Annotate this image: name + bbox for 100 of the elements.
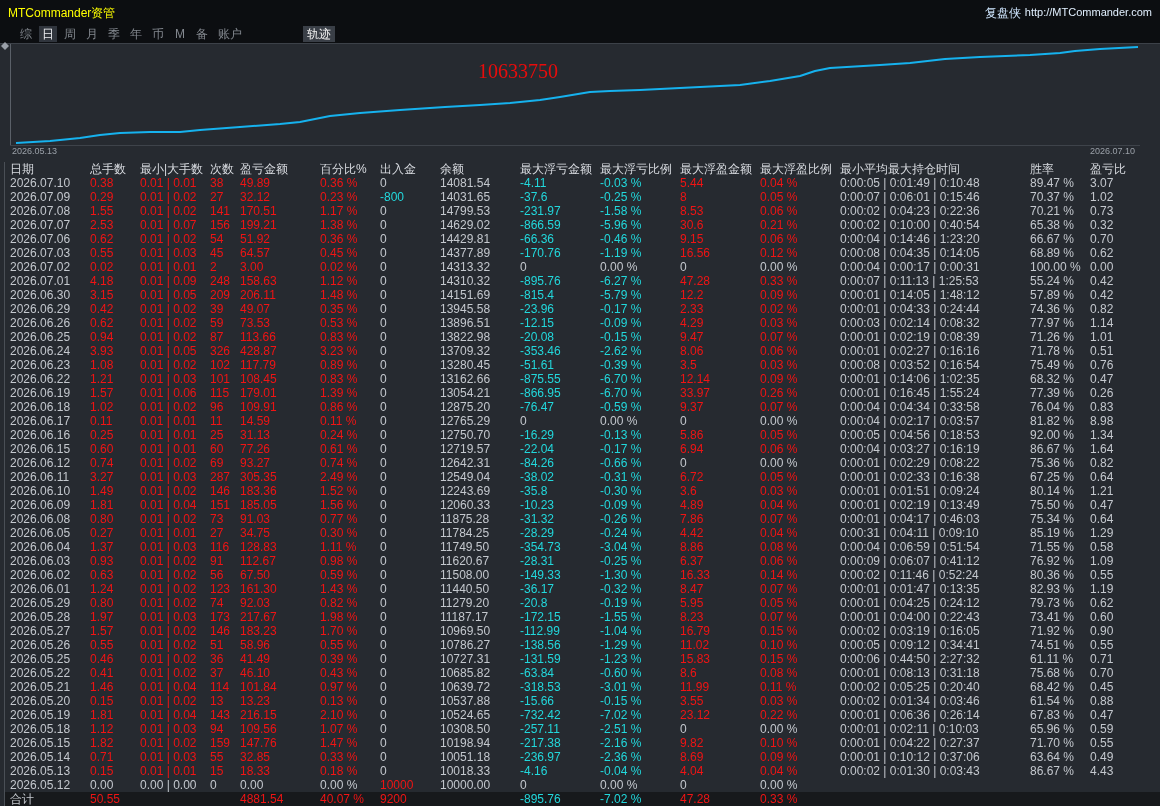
table-cell: 3.6 bbox=[680, 484, 697, 498]
table-cell: 2026.05.12 bbox=[10, 778, 71, 792]
table-cell: 0.13 % bbox=[320, 694, 358, 708]
table-cell: 113.66 bbox=[240, 330, 276, 344]
table-cell: -28.29 bbox=[520, 526, 555, 540]
table-cell: -0.46 % bbox=[600, 232, 642, 246]
table-cell: 39 bbox=[210, 302, 224, 316]
table-cell: 77.97 % bbox=[1030, 316, 1075, 330]
table-cell: 0.00 % bbox=[760, 722, 798, 736]
table-cell: -0.15 % bbox=[600, 694, 642, 708]
table-cell: 0.03 % bbox=[760, 484, 798, 498]
table-cell: 14629.02 bbox=[440, 218, 491, 232]
table-cell: 0.07 % bbox=[760, 330, 798, 344]
table-cell: 116 bbox=[210, 540, 230, 554]
table-cell: 0 bbox=[680, 456, 687, 470]
table-cell: 0.33 % bbox=[320, 750, 358, 764]
tab[interactable]: 账户 bbox=[215, 26, 245, 42]
table-cell: 8 bbox=[680, 190, 687, 204]
tab[interactable]: 季 bbox=[105, 26, 123, 42]
table-cell: 179.01 bbox=[240, 386, 277, 400]
table-cell: -2.62 % bbox=[600, 344, 642, 358]
table-cell: 173 bbox=[210, 610, 231, 624]
tab[interactable]: 日 bbox=[39, 26, 57, 42]
table-cell: 0.42 bbox=[90, 302, 114, 316]
table-cell: 10198.94 bbox=[440, 736, 491, 750]
table-cell: -28.31 bbox=[520, 554, 555, 568]
table-cell: 0.04 % bbox=[760, 526, 798, 540]
column-header: 最大浮盈金额 bbox=[680, 162, 752, 176]
table-cell: -1.19 % bbox=[600, 246, 642, 260]
table-cell: 0:00:01 | 0:14:06 | 1:02:35 bbox=[840, 372, 980, 386]
table-cell: 1.38 % bbox=[320, 218, 358, 232]
table-cell: 9.15 bbox=[680, 232, 704, 246]
table-cell: 30.6 bbox=[680, 218, 704, 232]
tab[interactable]: 周 bbox=[61, 26, 79, 42]
table-cell: 2026.06.19 bbox=[10, 386, 71, 400]
table-cell: 70.21 % bbox=[1030, 204, 1075, 218]
table-cell: 0:00:01 | 0:01:51 | 0:09:24 bbox=[840, 484, 980, 498]
table-cell: 0:00:01 | 0:04:33 | 0:24:44 bbox=[840, 302, 980, 316]
table-cell: 0.82 % bbox=[320, 596, 358, 610]
table-cell: 18.33 bbox=[240, 764, 271, 778]
website-link[interactable]: http://MTCommander.com bbox=[1024, 6, 1152, 19]
table-cell: 11.02 bbox=[680, 638, 710, 652]
table-cell: 2026.06.29 bbox=[10, 302, 71, 316]
tab[interactable]: 币 bbox=[149, 26, 167, 42]
table-cell: 108.45 bbox=[240, 372, 277, 386]
table-cell: 89.47 % bbox=[1030, 176, 1075, 190]
table-cell: 0:00:01 | 0:02:11 | 0:10:03 bbox=[840, 722, 979, 736]
table-cell: 0 bbox=[380, 512, 387, 526]
table-cell: -112.99 bbox=[520, 624, 560, 638]
track-toggle-button[interactable]: 轨迹 bbox=[303, 26, 335, 42]
table-cell: 10685.82 bbox=[440, 666, 491, 680]
table-cell: 0:00:04 | 0:06:59 | 0:51:54 bbox=[840, 540, 980, 554]
tab[interactable]: 综 bbox=[17, 26, 35, 42]
table-cell: 76.04 % bbox=[1030, 400, 1075, 414]
table-cell: 1.55 bbox=[90, 204, 114, 218]
table-cell: 0:00:02 | 0:01:30 | 0:03:43 bbox=[840, 764, 980, 778]
table-cell: 1.46 bbox=[90, 680, 114, 694]
table-cell: 8.06 bbox=[680, 344, 704, 358]
table-cell: 0.01 | 0.03 bbox=[140, 540, 197, 554]
table-cell: 13280.45 bbox=[440, 358, 491, 372]
table-cell: 12875.20 bbox=[440, 400, 491, 414]
tab[interactable]: 月 bbox=[83, 26, 101, 42]
table-cell: 12642.31 bbox=[440, 456, 491, 470]
table-cell: -6.70 % bbox=[600, 372, 642, 386]
tab[interactable]: M bbox=[171, 26, 189, 42]
table-cell: 36 bbox=[210, 652, 224, 666]
table-cell: -38.02 bbox=[520, 470, 555, 484]
table-cell: 0.70 bbox=[1090, 666, 1114, 680]
table-cell: 11440.50 bbox=[440, 582, 490, 596]
table-cell: 248 bbox=[210, 274, 231, 288]
table-cell: 0.77 % bbox=[320, 512, 358, 526]
tab[interactable]: 年 bbox=[127, 26, 145, 42]
table-cell: 0:00:01 | 0:02:19 | 0:13:49 bbox=[840, 498, 980, 512]
table-cell: 2026.06.24 bbox=[10, 344, 71, 358]
table-cell: 80.14 % bbox=[1030, 484, 1075, 498]
table-cell: 0.62 bbox=[1090, 246, 1114, 260]
table-cell: 0.01 | 0.03 bbox=[140, 470, 197, 484]
table-cell: -257.11 bbox=[520, 722, 560, 736]
table-cell: 74 bbox=[210, 596, 224, 610]
table-cell: 0:00:01 | 0:14:05 | 1:48:12 bbox=[840, 288, 980, 302]
table-cell: 67.83 % bbox=[1030, 708, 1075, 722]
table-cell: 0 bbox=[210, 778, 217, 792]
table-cell: 209 bbox=[210, 288, 231, 302]
table-cell: 0.60 bbox=[1090, 610, 1114, 624]
table-cell: -0.26 % bbox=[600, 512, 642, 526]
table-cell: 1.12 bbox=[90, 722, 114, 736]
table-cell: 1.37 bbox=[90, 540, 114, 554]
table-cell: 60 bbox=[210, 442, 224, 456]
table-cell: 0.64 bbox=[1090, 512, 1114, 526]
table-cell: 0.00 bbox=[1090, 260, 1114, 274]
table-cell: -7.02 % bbox=[600, 792, 642, 806]
table-cell: -20.8 bbox=[520, 596, 548, 610]
axis-label: 2026.07.10 bbox=[1089, 146, 1135, 158]
table-cell: 57.89 % bbox=[1030, 288, 1075, 302]
table-cell: 0.25 bbox=[90, 428, 114, 442]
table-cell: 0.01 | 0.03 bbox=[140, 750, 197, 764]
tab[interactable]: 备 bbox=[193, 26, 211, 42]
table-cell: -22.04 bbox=[520, 442, 555, 456]
table-cell: 14429.81 bbox=[440, 232, 491, 246]
table-cell: 75.50 % bbox=[1030, 498, 1075, 512]
